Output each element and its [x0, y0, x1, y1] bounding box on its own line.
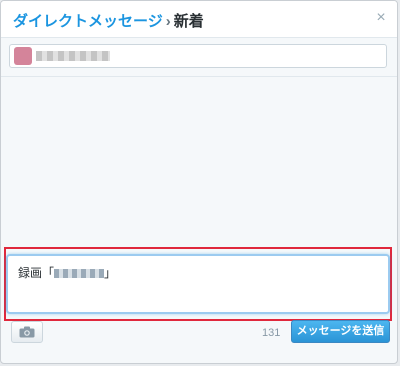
close-icon[interactable]: ×: [373, 9, 389, 27]
recipient-bar: [1, 38, 397, 77]
send-message-button[interactable]: メッセージを送信: [291, 320, 390, 343]
add-photo-button[interactable]: [11, 321, 43, 343]
recipient-field[interactable]: [9, 44, 387, 68]
camera-icon: [19, 326, 35, 338]
message-text-suffix: 」: [104, 266, 117, 280]
title-separator: ›: [165, 13, 171, 30]
title-new: 新着: [173, 13, 204, 30]
dialog-header: ダイレクトメッセージ › 新着 ×: [1, 1, 397, 38]
dialog-title: ダイレクトメッセージ › 新着: [13, 10, 204, 31]
conversation-area: [1, 77, 397, 245]
message-text-redacted: [54, 269, 105, 278]
recipient-avatar: [14, 47, 32, 65]
character-count: 131: [262, 327, 281, 339]
message-text: 録画「 」: [18, 264, 116, 281]
message-input[interactable]: 録画「 」: [6, 254, 390, 314]
title-direct-messages-link[interactable]: ダイレクトメッセージ: [13, 13, 163, 30]
recipient-name-redacted: [36, 51, 110, 61]
message-text-prefix: 録画「: [18, 266, 55, 280]
